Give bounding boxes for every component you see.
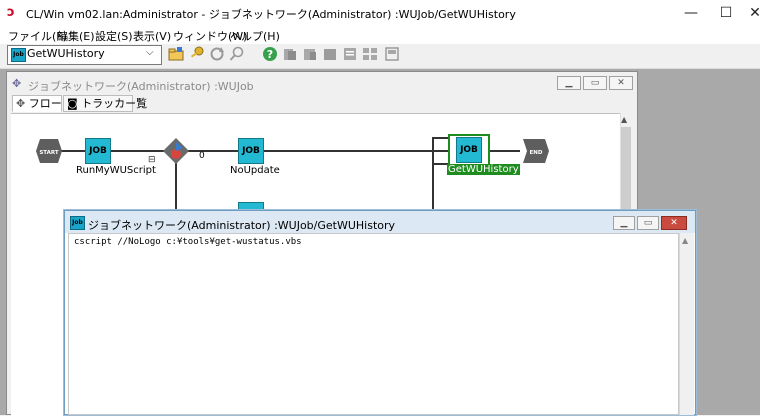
editor-close-button[interactable]: ✕ [661, 216, 687, 230]
start-label: START [39, 150, 59, 156]
tool-icon-3[interactable] [322, 46, 338, 62]
node-label-selected: GetWUHistory [447, 164, 520, 175]
jobnet-minimize-button[interactable]: ▁ [557, 76, 581, 90]
jobnet-restore-button[interactable]: ▭ [583, 76, 607, 90]
end-node[interactable]: END [523, 139, 549, 163]
tool-icon-5[interactable] [362, 46, 378, 62]
flow-line-merge-left [432, 137, 434, 210]
tab-flow[interactable]: ✥ フロー [12, 95, 62, 112]
flow-line-merge-top [432, 137, 448, 139]
tab-flow-label: フロー [28, 97, 62, 110]
scroll-up-icon[interactable]: ▲ [682, 236, 688, 245]
tool-icon-2[interactable] [302, 46, 318, 62]
tab-tracker[interactable]: ◙ トラッカー覧 [63, 95, 147, 112]
flow-line-merge-bottom [432, 163, 448, 165]
start-node[interactable]: START [36, 139, 62, 163]
help-icon[interactable]: ? [262, 46, 278, 62]
branch-value: 0 [199, 151, 205, 161]
hidden-job-node [238, 202, 264, 210]
tool-icon-1[interactable] [282, 46, 298, 62]
search-icon[interactable] [229, 46, 245, 62]
node-label: NoUpdate [230, 165, 280, 176]
script-editor[interactable] [68, 233, 679, 415]
tool-icon-4[interactable] [342, 46, 358, 62]
jobnet-window-title: ジョブネットワーク(Administrator) :WUJob [28, 80, 254, 93]
editor-minimize-button[interactable]: ▁ [613, 216, 635, 230]
svg-text:?: ? [267, 48, 273, 61]
tool-icon-6[interactable] [384, 46, 400, 62]
app-title: CL/Win vm02.lan:Administrator - ジョブネットワー… [26, 8, 516, 21]
scroll-up-icon[interactable]: ▲ [621, 115, 627, 124]
branch-node[interactable] [163, 138, 189, 164]
editor-restore-button[interactable]: ▭ [637, 216, 659, 230]
key-icon[interactable] [189, 46, 205, 62]
close-button[interactable]: ✕ [732, 0, 760, 26]
editor-window-title: ジョブネットワーク(Administrator) :WUJob/GetWUHis… [88, 219, 396, 232]
menu-help[interactable]: ヘルプ(H) [230, 28, 280, 44]
flow-line-end [490, 150, 520, 152]
job-node-runmywuscript[interactable]: JOB [85, 138, 111, 164]
flow-icon: ✥ [16, 97, 26, 110]
jobnet-close-button[interactable]: ✕ [609, 76, 633, 90]
script-content[interactable]: cscript //NoLogo c:¥tools¥get-wustatus.v… [74, 237, 302, 247]
job-icon: Job [70, 216, 85, 230]
job-select-value: GetWUHistory [27, 47, 105, 60]
tab-tracker-label: トラッカー覧 [81, 97, 148, 110]
menu-edit[interactable]: 編集(E) [57, 28, 95, 44]
refresh-icon[interactable] [209, 46, 225, 62]
menu-view[interactable]: 表示(V) [133, 28, 171, 44]
cl-win-logo-icon: ɔ [7, 5, 15, 20]
job-icon: Job [11, 48, 26, 62]
network-icon: ✥ [12, 77, 22, 90]
flow-line-branch-down [175, 160, 177, 210]
tracker-icon: ◙ [67, 97, 78, 110]
node-label: RunMyWUScript [76, 165, 156, 176]
job-node-noupdate[interactable]: JOB [238, 138, 264, 164]
job-node-getwuhistory[interactable]: JOB [456, 137, 482, 163]
editor-scrollbar[interactable] [679, 233, 694, 415]
collapse-icon[interactable]: ⊟ [148, 155, 156, 165]
menu-settings[interactable]: 設定(S) [95, 28, 133, 44]
open-folder-icon[interactable] [168, 46, 184, 62]
end-label: END [530, 150, 543, 156]
chevron-down-icon[interactable]: ⌵ [146, 47, 154, 58]
